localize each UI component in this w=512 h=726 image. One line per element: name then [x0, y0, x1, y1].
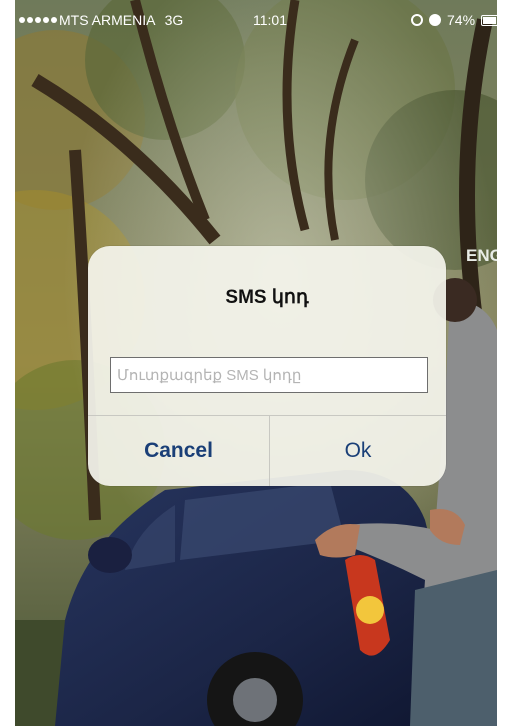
signal-strength-icon [19, 17, 57, 23]
cancel-button[interactable]: Cancel [88, 416, 269, 486]
phone-screen: MTS ARMENIA 3G 11:01 74% ENG SMS կոդ Can… [15, 0, 497, 726]
rotation-lock-icon [411, 14, 423, 26]
network-type: 3G [164, 12, 184, 28]
language-switch[interactable]: ENG [466, 246, 497, 266]
carrier-name: MTS ARMENIA 3G [59, 12, 183, 28]
battery-percent: 74% [447, 12, 476, 28]
battery-icon [481, 14, 497, 26]
ok-button[interactable]: Ok [270, 416, 446, 486]
battery-fill [483, 16, 497, 24]
status-right-group: 74% [411, 12, 497, 28]
carrier-label: MTS ARMENIA [59, 12, 155, 28]
sms-code-input[interactable] [110, 357, 428, 393]
sms-code-dialog: SMS կոդ Cancel Ok [88, 246, 446, 486]
dialog-title: SMS կոդ [225, 287, 309, 308]
status-time: 11:01 [253, 12, 287, 28]
status-bar: MTS ARMENIA 3G 11:01 74% [15, 0, 497, 44]
alarm-icon [429, 14, 441, 26]
